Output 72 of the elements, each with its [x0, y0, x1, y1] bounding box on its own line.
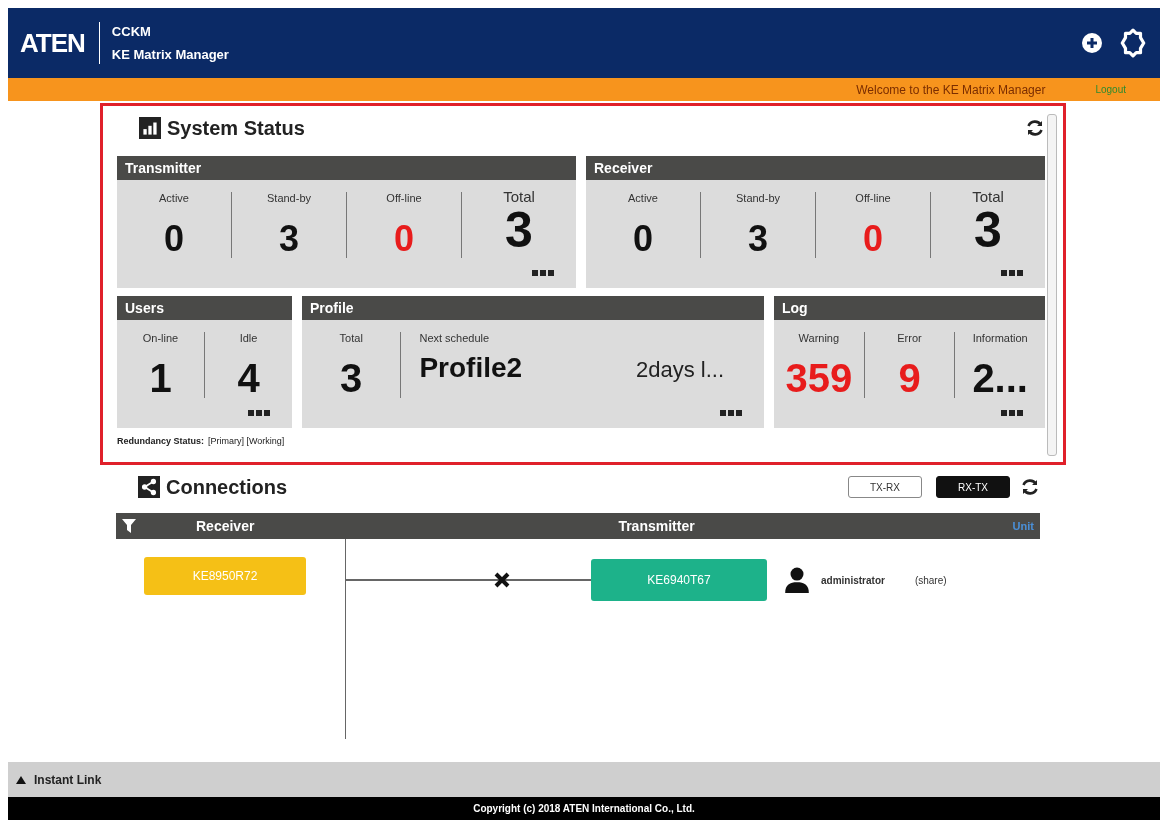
stat-label: Warning — [798, 332, 840, 344]
card-header: Transmitter — [117, 156, 576, 180]
stat-label: Off-line — [386, 192, 422, 204]
more-icon[interactable] — [532, 270, 554, 276]
unit-link[interactable]: Unit — [1012, 520, 1034, 532]
stat-label: Active — [159, 192, 189, 204]
instant-link-bar[interactable]: Instant Link — [8, 762, 1160, 797]
stat-value: 0 — [863, 218, 883, 260]
stat-label: Off-line — [855, 192, 891, 204]
card-header: Log — [774, 296, 1045, 320]
stat-label: Stand-by — [267, 192, 311, 204]
card-header: Users — [117, 296, 292, 320]
expand-icon — [16, 775, 26, 784]
stat-value: 359 — [785, 356, 853, 401]
column-header: Receiver — [196, 518, 255, 534]
redundancy-value: [Primary] [Working] — [208, 436, 285, 446]
section-title: System Status — [167, 116, 305, 140]
more-icon[interactable] — [248, 410, 270, 416]
more-icon[interactable] — [720, 410, 742, 416]
schedule-time: 2days l... — [635, 357, 724, 383]
access-mode: (share) — [914, 574, 947, 586]
receiver-node[interactable]: KE8950R72 — [144, 557, 306, 595]
card-header: Profile — [302, 296, 764, 320]
bar-chart-icon — [139, 117, 161, 139]
stat-value: 3 — [748, 218, 768, 260]
logout-link[interactable]: Logout — [1095, 84, 1126, 95]
more-icon[interactable] — [1001, 270, 1023, 276]
stat-label: Total — [972, 188, 1004, 205]
copyright-text: Copyright (c) 2018 ATEN International Co., Ltd. — [473, 803, 695, 814]
logo: ATEN — [20, 22, 100, 64]
stat-value: 9 — [898, 356, 921, 401]
scrollbar[interactable] — [1047, 114, 1057, 456]
stat-value: 4 — [237, 356, 260, 401]
card-header: Receiver — [586, 156, 1045, 180]
stat-value: 1 — [149, 356, 172, 401]
user-icon — [785, 567, 809, 593]
stat-value: 3 — [279, 218, 299, 260]
user-name: administrator — [821, 574, 885, 586]
mode-toggle[interactable]: RX-TX — [936, 476, 1010, 498]
stat-label: Stand-by — [736, 192, 780, 204]
stat-value: 0 — [394, 218, 414, 260]
welcome-text: Welcome to the KE Matrix Manager — [856, 82, 1046, 97]
stat-value: 3 — [505, 202, 533, 259]
column-header: Transmitter — [618, 518, 695, 534]
stat-label: Idle — [239, 332, 258, 344]
instant-link-label: Instant Link — [34, 772, 102, 787]
settings-icon[interactable] — [1118, 28, 1148, 58]
stat-value: 0 — [633, 218, 653, 260]
redundancy-label: Redundancy Status: — [117, 436, 204, 446]
stat-label: Error — [897, 332, 922, 344]
product-name: CCKM — [111, 24, 152, 39]
share-icon — [138, 476, 160, 498]
stat-label: Total — [503, 188, 535, 205]
stat-label: Total — [339, 332, 363, 344]
transmitter-node[interactable]: KE6940T67 — [591, 559, 767, 601]
add-icon[interactable] — [1082, 33, 1102, 53]
stat-label: Next schedule — [419, 332, 491, 344]
stat-label: Information — [972, 332, 1028, 344]
app-title: KE Matrix Manager — [111, 47, 229, 62]
refresh-icon[interactable] — [1025, 118, 1045, 138]
stat-label: Active — [628, 192, 658, 204]
filter-icon[interactable] — [122, 519, 136, 533]
stat-value: 2... — [972, 356, 1028, 401]
stat-value: 3 — [974, 202, 1002, 259]
schedule-name: Profile2 — [419, 352, 523, 384]
stat-value: 3 — [340, 356, 363, 401]
stat-label: On-line — [142, 332, 179, 344]
refresh-icon[interactable] — [1020, 477, 1040, 497]
more-icon[interactable] — [1001, 410, 1023, 416]
stat-value: 0 — [164, 218, 184, 260]
section-title: Connections — [166, 475, 288, 499]
mode-toggle[interactable]: TX-RX — [848, 476, 922, 498]
